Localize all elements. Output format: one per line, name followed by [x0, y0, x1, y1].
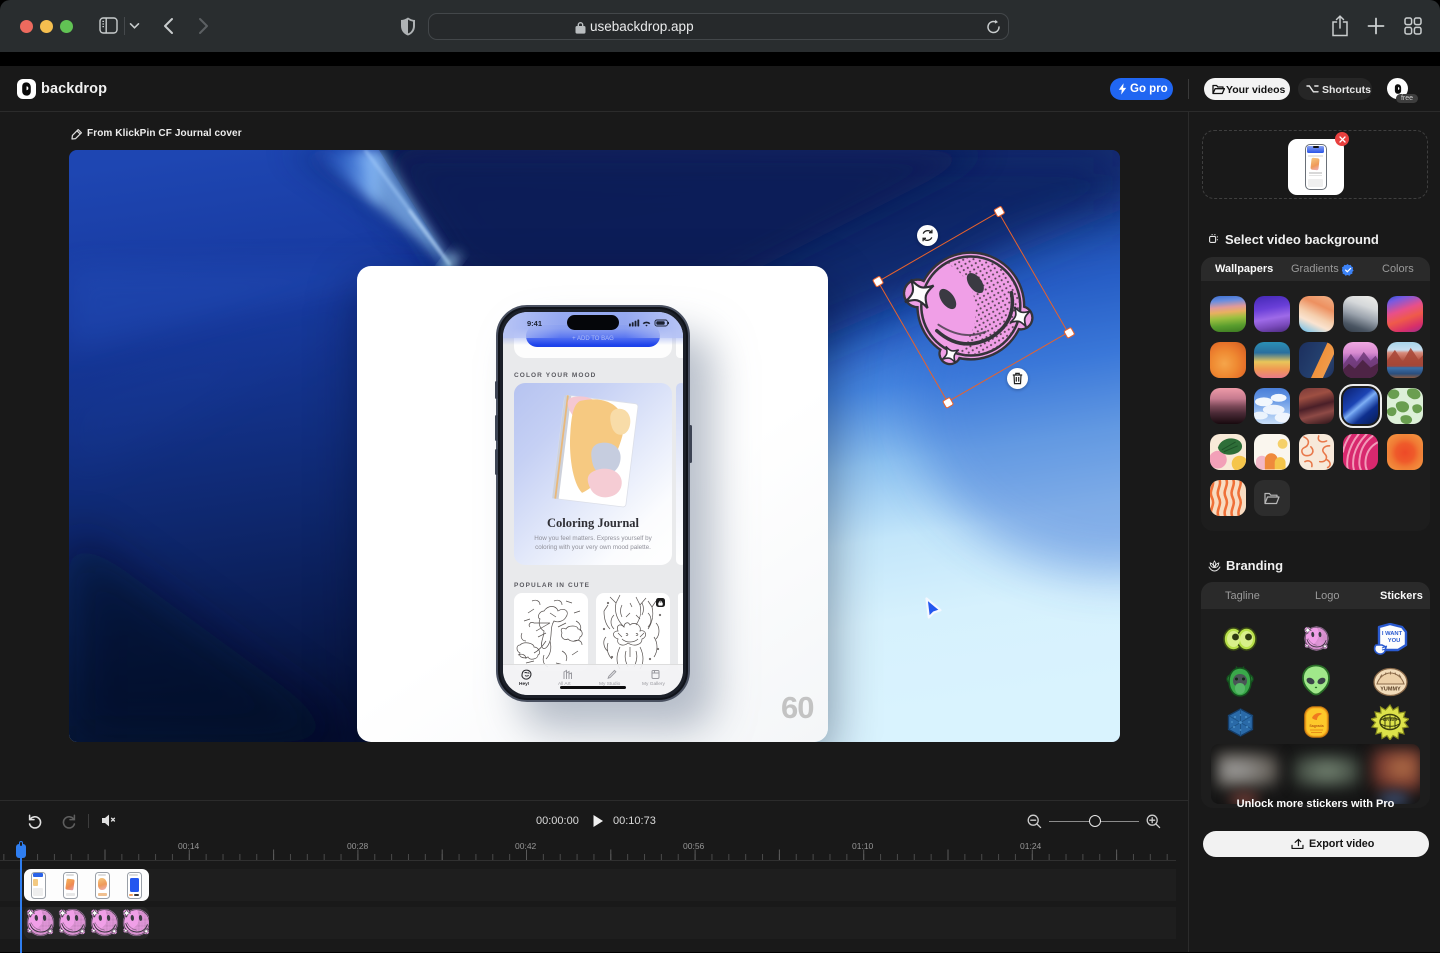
svg-text:YOU: YOU — [1388, 638, 1401, 644]
svg-text:MR BIG: MR BIG — [1383, 717, 1397, 722]
svg-text:YUMMY: YUMMY — [1380, 687, 1401, 693]
svg-text:I WANT: I WANT — [1382, 631, 1403, 637]
svg-text:Sagrada: Sagrada — [1309, 724, 1324, 728]
